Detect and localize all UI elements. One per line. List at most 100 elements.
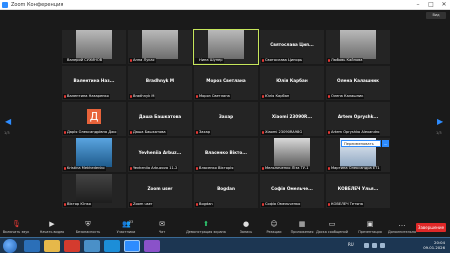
toolbar-label: Демонстрация экрана [186, 230, 226, 234]
page-indicator-right: 1/3 [436, 131, 442, 135]
toolbar-participants-button[interactable]: 👥 33 Участники [112, 219, 140, 237]
prev-page-icon[interactable]: ◀ [5, 118, 11, 126]
toolbar-video-off-button[interactable]: ▶ Начать видео [38, 219, 66, 237]
participant-tile[interactable]: Д Дарія Олександрівна Джо [62, 102, 126, 136]
participant-tile[interactable]: Власенко Вікто... Власенко Вікторія [194, 138, 258, 172]
participant-tile[interactable]: Bradhnyk M Bradhnyk M [128, 66, 192, 100]
participant-display-name: Artem Opryshk... [337, 114, 379, 119]
network-icon[interactable] [372, 243, 377, 248]
participant-label: Bradhnyk M [129, 94, 156, 99]
mic-off-icon: 🎙 [12, 220, 21, 228]
rename-tooltip-label: Переименовать [344, 142, 374, 146]
participant-label: Bogdan [195, 202, 214, 207]
toolbar-shield-button[interactable]: ⛨ Безопасность [74, 219, 102, 237]
participant-label-text: Святослава Ципорь [265, 58, 303, 62]
participant-display-name: Олена Калашник [337, 78, 379, 83]
muted-mic-icon [130, 95, 132, 98]
participant-label-text: Kristina Mekhedenko [67, 166, 105, 170]
toolbar-mic-off-button[interactable]: 🎙 Включить звук [2, 219, 30, 237]
participant-label: Валентина Назаренко [63, 94, 110, 99]
participant-tile[interactable]: Юлія Карбан Юлія Карбан [260, 66, 324, 100]
participant-label-text: Мороз Светлана [199, 94, 230, 98]
participant-display-name: Мороз Светлана [206, 78, 246, 83]
toolbar-record-button[interactable]: ● Запись [232, 219, 260, 237]
participant-label-text: Валентина Назаренко [67, 94, 109, 98]
clock-date: 09.01.2026 [423, 245, 445, 250]
participant-tile[interactable]: Bogdan Bogdan [194, 174, 258, 208]
start-button[interactable] [3, 239, 17, 253]
participant-video [274, 138, 310, 167]
participant-tile[interactable]: Анна Лукас [128, 30, 192, 64]
ie-icon[interactable] [24, 240, 40, 252]
toolbar-apps-button[interactable]: ▦ Приложения [288, 219, 316, 237]
volume-icon[interactable] [380, 243, 385, 248]
participant-tile[interactable]: Святослава Цип... Святослава Ципорь [260, 30, 324, 64]
participant-label-text: Власенко Вікторія [199, 166, 234, 170]
minimize-button[interactable]: – [412, 1, 424, 9]
muted-mic-icon [196, 131, 198, 134]
participant-tile[interactable]: Валентина Наз... Валентина Назаренко [62, 66, 126, 100]
participant-tile[interactable]: Zoom user Zoom user [128, 174, 192, 208]
toolbar-whiteboard-button[interactable]: ▭ Доска сообщений [316, 219, 348, 237]
video-off-icon: ▶ [49, 220, 55, 228]
participant-display-name: Валентина Наз... [73, 78, 115, 83]
muted-mic-icon [328, 203, 330, 206]
opera-icon[interactable] [64, 240, 80, 252]
participant-label-text: Мартина Олександра ЕТ1 [331, 166, 380, 170]
participant-label-text: Zoom user [133, 202, 153, 206]
tray-flag-icon[interactable] [364, 243, 369, 248]
participant-tile[interactable]: Захар Захар [194, 102, 258, 136]
maximize-button[interactable]: □ [425, 1, 437, 9]
participant-label: Валерий СУХИНОВ [63, 58, 104, 63]
toolbar-label: Безопасность [75, 230, 101, 234]
language-indicator[interactable]: RU [348, 242, 354, 247]
participant-tile[interactable]: Kristina Mekhedenko [62, 138, 126, 172]
participant-tile[interactable]: Даша Башкатова Даша Башкатова [128, 102, 192, 136]
participant-tile[interactable]: Мельниченко Ліза ТУ-1 [260, 138, 324, 172]
participant-display-name: Bogdan [217, 186, 235, 191]
participant-label: Yevheniia Arbuzova 11-2 [129, 166, 179, 171]
muted-mic-icon [196, 167, 198, 170]
window-title: Zoom Конференция [11, 2, 64, 8]
zoom-taskbar-icon[interactable] [124, 240, 140, 252]
title-bar: Zoom Конференция – □ ✕ [0, 0, 450, 10]
shield-icon: ⛨ [85, 220, 91, 228]
participant-tile[interactable]: Yevheniia Arbuz... Yevheniia Arbuzova 11-… [128, 138, 192, 172]
rename-tooltip[interactable]: Переименовать [341, 140, 381, 147]
close-button[interactable]: ✕ [438, 1, 450, 9]
participant-tile[interactable]: Xiaomi 23090R... Xiaomi 23090RA98G [260, 102, 324, 136]
participant-tile[interactable]: Artem Opryshk... Artem Opryshko Alexandro [326, 102, 390, 136]
media-icon[interactable] [84, 240, 100, 252]
whiteboard-icon: ▭ [328, 220, 336, 228]
telegram-icon[interactable] [104, 240, 120, 252]
participant-tile[interactable]: Любовь Кайнова [326, 30, 390, 64]
toolbar-smile-button[interactable]: ☺ Реакции [260, 219, 288, 237]
participant-tile[interactable]: Мороз Светлана Мороз Светлана [194, 66, 258, 100]
toolbar-share-button[interactable]: ⬆ Демонстрация экрана [186, 219, 226, 237]
participant-label: Любовь Кайнова [327, 58, 364, 63]
toolbar-chat-button[interactable]: ✉ Чат [148, 219, 176, 237]
explorer-icon[interactable] [44, 240, 60, 252]
more-options-button[interactable]: ... [382, 140, 389, 147]
participant-tile[interactable]: КОВЕЛЕЧ Улья... КОВЕЛЕЧ Тетяна [326, 174, 390, 208]
toolbar-label: Доска сообщений [316, 230, 348, 234]
toolbar-more-button[interactable]: … Дополнительно [388, 219, 416, 237]
muted-mic-icon [130, 203, 132, 206]
clock[interactable]: 20:04 09.01.2026 [423, 240, 445, 250]
next-page-icon[interactable]: ▶ [437, 118, 443, 126]
end-meeting-label: Завершение [417, 225, 445, 230]
participant-tile[interactable]: Нина Шупер [193, 29, 259, 65]
end-meeting-button[interactable]: Завершение [416, 223, 446, 232]
view-button[interactable]: Вид [426, 12, 446, 19]
app-taskbar-icon[interactable] [144, 240, 160, 252]
muted-mic-icon [262, 167, 264, 170]
participant-display-name: Bradhnyk M [145, 78, 175, 83]
participant-tile[interactable]: Віктор Юнко [62, 174, 126, 208]
share-icon: ⬆ [203, 220, 209, 228]
participant-tile[interactable]: Олена Калашник Олена Калашник [326, 66, 390, 100]
participant-tile[interactable]: Софія Омельче... Софія Омельченко [260, 174, 324, 208]
participant-tile[interactable]: Валерий СУХИНОВ [62, 30, 126, 64]
toolbar-presentation-button[interactable]: ▣ Презентация [356, 219, 384, 237]
muted-mic-icon [64, 131, 66, 134]
participant-video [76, 30, 112, 59]
